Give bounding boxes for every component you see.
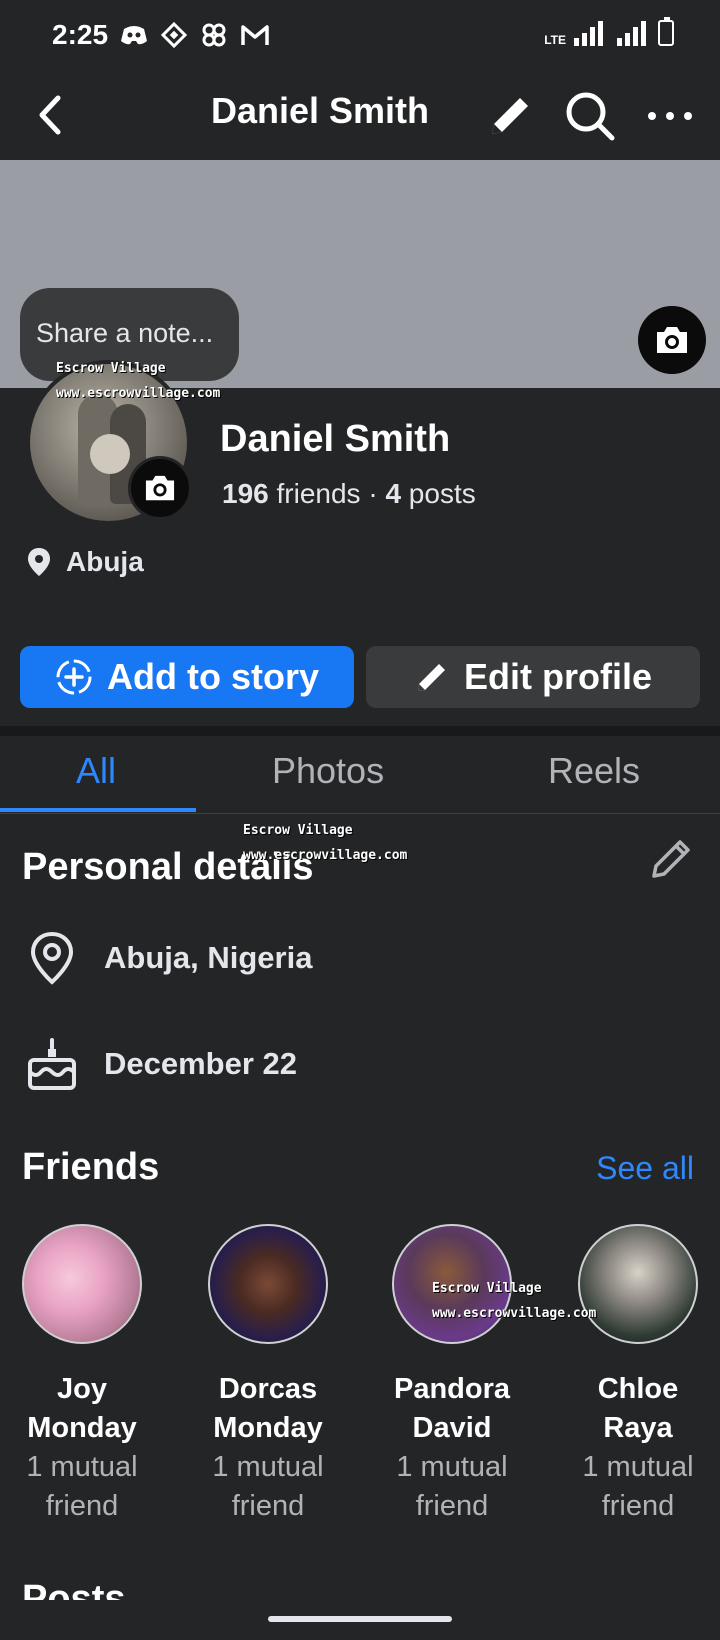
friend-card[interactable]: Pandora David 1 mutual friend — [372, 1224, 532, 1526]
friend-card[interactable]: Joy Monday 1 mutual friend — [2, 1224, 162, 1526]
location-pin-icon — [28, 548, 50, 576]
posts-label: posts — [408, 478, 476, 509]
app-bar: Daniel Smith — [0, 70, 720, 160]
pinwheel-icon — [202, 23, 226, 47]
section-divider — [0, 726, 720, 736]
camera-icon — [145, 475, 175, 501]
watermark: Escrow Village www.escrowvillage.com — [56, 361, 221, 401]
friend-mutual: 1 mutual friend — [212, 1451, 324, 1522]
detail-location-text: Abuja, Nigeria — [104, 940, 313, 975]
tab-all[interactable]: All — [76, 750, 116, 792]
add-circle-icon — [56, 659, 92, 695]
watermark: Escrow Village www.escrowvillage.com — [432, 1281, 597, 1321]
detail-birthday: December 22 — [26, 1036, 297, 1092]
active-tab-indicator — [0, 808, 196, 812]
friends-label[interactable]: friends — [277, 478, 361, 509]
status-bar: 2:25 LTE — [0, 0, 720, 70]
search-icon[interactable] — [562, 88, 618, 144]
camera-icon — [657, 327, 687, 353]
detail-birthday-text: December 22 — [104, 1046, 298, 1081]
posts-count: 4 — [385, 478, 402, 509]
friend-name[interactable]: Chloe Raya — [558, 1370, 718, 1448]
home-indicator[interactable] — [268, 1616, 452, 1622]
add-to-story-button[interactable]: Add to story — [20, 646, 354, 708]
tab-reels[interactable]: Reels — [548, 750, 640, 792]
location-pin-outline-icon — [30, 931, 74, 985]
add-to-story-label: Add to story — [107, 656, 319, 697]
edit-profile-label: Edit profile — [464, 656, 652, 697]
friend-mutual: 1 mutual friend — [26, 1451, 138, 1522]
friend-name[interactable]: Dorcas Monday — [188, 1370, 348, 1448]
discord-icon — [121, 26, 148, 45]
friend-avatar[interactable] — [22, 1224, 142, 1344]
network-type: LTE — [544, 33, 566, 47]
posts-title: Posts — [22, 1578, 126, 1600]
binance-icon — [160, 21, 188, 49]
avatar-camera-button[interactable] — [128, 456, 192, 520]
birthday-cake-icon — [28, 1038, 76, 1090]
friend-card[interactable]: Chloe Raya 1 mutual friend — [558, 1224, 718, 1526]
edit-details-pencil-icon[interactable] — [648, 836, 694, 882]
gmail-icon — [241, 25, 269, 45]
friend-mutual: 1 mutual friend — [582, 1451, 694, 1522]
detail-location: Abuja, Nigeria — [26, 930, 312, 986]
signal-icon — [574, 20, 603, 46]
watermark: Escrow Village www.escrowvillage.com — [243, 823, 408, 863]
edit-profile-button[interactable]: Edit profile — [366, 646, 700, 708]
edit-pencil-icon[interactable] — [482, 88, 538, 144]
share-note-label: Share a note... — [36, 318, 214, 348]
friends-count: 196 — [222, 478, 269, 509]
tab-photos[interactable]: Photos — [272, 750, 384, 792]
cover-camera-button[interactable] — [638, 306, 706, 374]
see-all-friends-link[interactable]: See all — [596, 1150, 694, 1187]
location-text: Abuja — [66, 546, 144, 577]
signal-icon-2 — [617, 20, 646, 46]
friend-card[interactable]: Dorcas Monday 1 mutual friend — [188, 1224, 348, 1526]
friend-name[interactable]: Pandora David — [372, 1370, 532, 1448]
pencil-icon — [418, 664, 445, 691]
friend-avatar[interactable] — [208, 1224, 328, 1344]
content-tabs: All Photos Reels — [0, 736, 720, 814]
friend-mutual: 1 mutual friend — [396, 1451, 508, 1522]
profile-stats: 196 friends · 4 posts — [222, 478, 476, 510]
profile-location: Abuja — [26, 546, 144, 578]
page-title: Daniel Smith — [210, 90, 430, 131]
status-time: 2:25 — [52, 19, 109, 50]
profile-name: Daniel Smith — [220, 418, 451, 460]
battery-icon — [658, 17, 674, 46]
friend-name[interactable]: Joy Monday — [2, 1370, 162, 1448]
friends-title: Friends — [22, 1146, 160, 1188]
stats-separator: · — [368, 478, 378, 509]
more-options-icon[interactable] — [642, 88, 698, 144]
